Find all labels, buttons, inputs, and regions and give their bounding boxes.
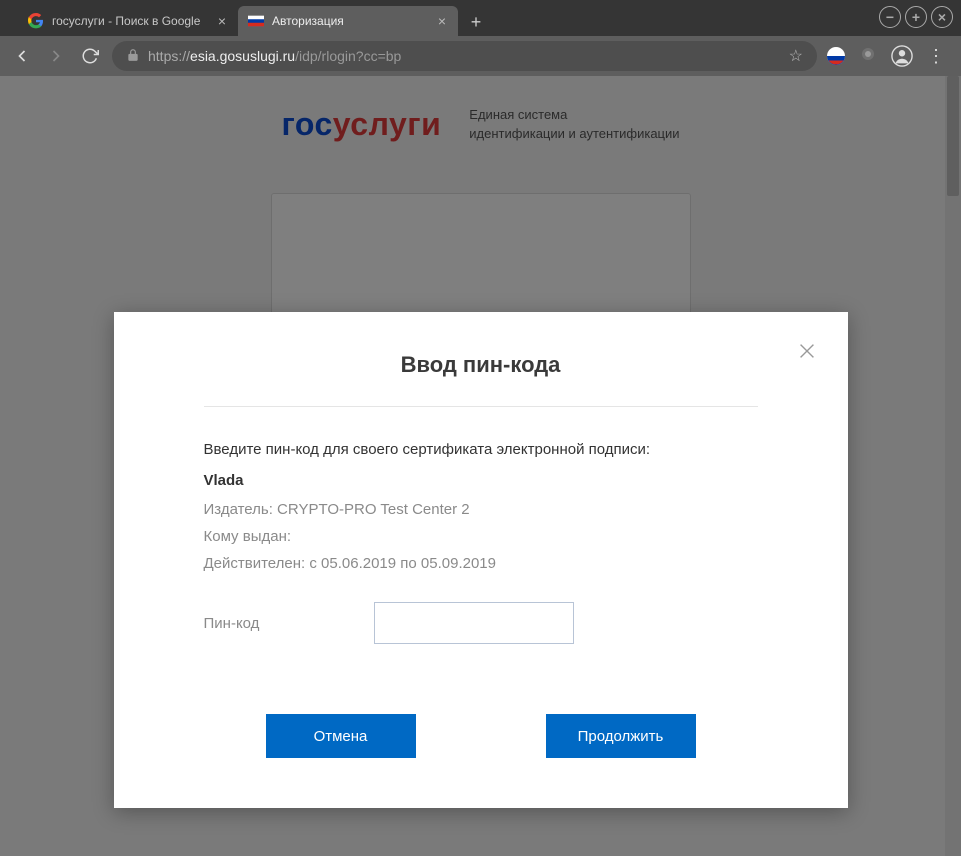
gosuslugi-logo: госуслуги Единая система идентификации и… — [281, 106, 679, 143]
browser-toolbar: https://esia.gosuslugi.ru/idp/rlogin?cc=… — [0, 36, 961, 76]
toolbar-right: ⋮ — [827, 45, 951, 68]
page-viewport: госуслуги Единая система идентификации и… — [0, 76, 961, 856]
bookmark-star-icon[interactable]: ☆ — [789, 46, 803, 66]
russia-flag-extension-icon[interactable] — [827, 47, 845, 65]
tab-google-search[interactable]: госуслуги - Поиск в Google × — [18, 6, 238, 36]
modal-title: Ввод пин-кода — [204, 352, 758, 378]
certificate-validity: Действителен: с 05.06.2019 по 05.09.2019 — [204, 555, 758, 572]
russia-flag-icon — [248, 13, 264, 29]
extension-icon[interactable] — [859, 45, 877, 68]
pin-code-modal: Ввод пин-кода Введите пин-код для своего… — [114, 312, 848, 808]
modal-buttons: Отмена Продолжить — [204, 714, 758, 758]
account-icon[interactable] — [891, 45, 913, 67]
tab-authorization[interactable]: Авторизация × — [238, 6, 458, 36]
window-maximize-button[interactable]: + — [905, 6, 927, 28]
browser-menu-button[interactable]: ⋮ — [927, 46, 945, 67]
window-minimize-button[interactable]: − — [879, 6, 901, 28]
certificate-subject: Кому выдан: — [204, 528, 758, 545]
divider — [204, 406, 758, 407]
tab-close-icon[interactable]: × — [216, 13, 228, 29]
lock-icon — [126, 48, 140, 65]
cancel-button[interactable]: Отмена — [266, 714, 416, 758]
address-bar[interactable]: https://esia.gosuslugi.ru/idp/rlogin?cc=… — [112, 41, 817, 71]
certificate-name: Vlada — [204, 472, 758, 489]
tab-title: Авторизация — [272, 14, 428, 28]
tab-close-icon[interactable]: × — [436, 13, 448, 29]
forward-button[interactable] — [44, 44, 68, 68]
modal-instruction: Введите пин-код для своего сертификата э… — [204, 441, 758, 458]
pin-row: Пин-код — [204, 602, 758, 644]
new-tab-button[interactable]: + — [462, 8, 490, 36]
continue-button[interactable]: Продолжить — [546, 714, 696, 758]
tab-strip: госуслуги - Поиск в Google × Авторизация… — [0, 0, 961, 36]
window-close-button[interactable]: × — [931, 6, 953, 28]
modal-close-button[interactable] — [796, 340, 818, 362]
reload-button[interactable] — [78, 44, 102, 68]
pin-input[interactable] — [374, 602, 574, 644]
logo-subtitle: Единая система идентификации и аутентифи… — [469, 106, 679, 142]
back-button[interactable] — [10, 44, 34, 68]
certificate-issuer: Издатель: CRYPTO-PRO Test Center 2 — [204, 501, 758, 518]
window-controls: − + × — [879, 6, 953, 28]
page-scrollbar[interactable] — [945, 76, 961, 856]
tab-title: госуслуги - Поиск в Google — [52, 14, 208, 28]
google-favicon-icon — [28, 13, 44, 29]
pin-label: Пин-код — [204, 615, 374, 632]
url-text: https://esia.gosuslugi.ru/idp/rlogin?cc=… — [148, 48, 401, 64]
